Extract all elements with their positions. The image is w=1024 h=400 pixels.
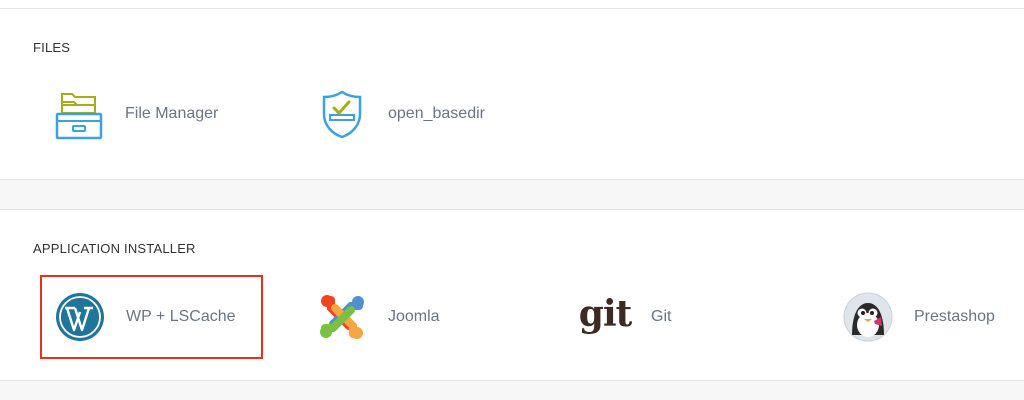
joomla-item[interactable]: Joomla (316, 291, 440, 343)
git-item[interactable]: git Git (578, 291, 672, 343)
files-section-title: FILES (33, 40, 71, 55)
section-gap (0, 180, 1024, 209)
file-manager-label: File Manager (125, 105, 219, 122)
open-basedir-item[interactable]: open_basedir (316, 88, 485, 140)
joomla-label: Joomla (388, 308, 440, 325)
wp-lscache-highlight-box (40, 275, 263, 359)
git-label: Git (651, 308, 672, 325)
open-basedir-label: open_basedir (388, 105, 485, 122)
prestashop-label: Prestashop (914, 308, 995, 325)
git-icon: git (578, 291, 632, 343)
prestashop-icon (842, 291, 894, 343)
git-icon-text: git (578, 293, 632, 335)
open-basedir-shield-icon (316, 88, 368, 140)
bottom-gap (0, 381, 1024, 400)
joomla-icon (316, 291, 368, 343)
file-manager-item[interactable]: File Manager (53, 88, 218, 140)
file-manager-icon (53, 88, 105, 140)
page: FILES File Manager open_basedir APPLICAT… (0, 0, 1024, 400)
application-installer-section-title: APPLICATION INSTALLER (33, 241, 196, 256)
prestashop-item[interactable]: Prestashop (842, 291, 995, 343)
